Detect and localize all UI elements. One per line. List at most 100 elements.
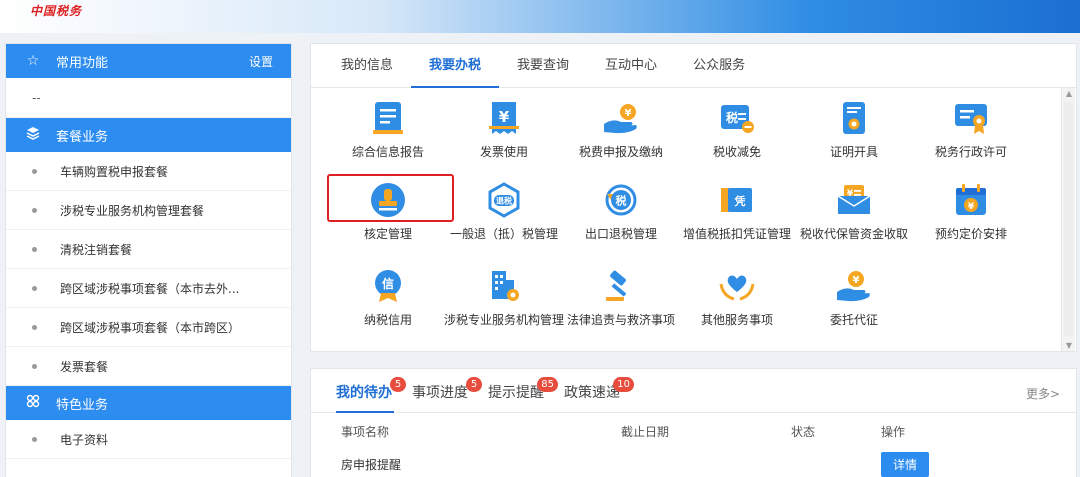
service-agency-management[interactable]: 涉税专业服务机构管理 <box>444 266 564 329</box>
tab-my-info[interactable]: 我的信息 <box>323 44 411 87</box>
todo-tab-label: 我的待办 <box>336 385 392 401</box>
star-icon: ☆ <box>26 53 40 69</box>
vertical-scrollbar[interactable]: ▲ ▼ <box>1061 88 1075 351</box>
sidebar-item-cross-region-out[interactable]: 跨区域涉税事项套餐（本市去外... <box>6 269 291 308</box>
service-tax-credit[interactable]: 信 纳税信用 <box>328 266 448 329</box>
export-refund-icon: 税 <box>601 180 641 220</box>
credit-icon: 信 <box>368 266 408 306</box>
tax-reduction-icon: 税 <box>717 98 757 138</box>
service-label: 预约定价安排 <box>934 227 1007 241</box>
layers-icon <box>24 126 42 144</box>
voucher-icon: 凭 <box>717 180 757 220</box>
tab-reminders[interactable]: 提示提醒 85 <box>478 369 558 412</box>
bullet-icon <box>32 436 37 442</box>
heart-hands-icon <box>717 266 757 306</box>
service-assessment-management[interactable]: 核定管理 <box>328 180 448 243</box>
sidebar-item-label: 跨区域涉税事项套餐（本市去外... <box>60 281 240 296</box>
sidebar-item-cross-region-local[interactable]: 跨区域涉税事项套餐（本市跨区） <box>6 308 291 347</box>
service-label: 证明开具 <box>829 145 878 159</box>
package-business-title: 套餐业务 <box>56 129 109 145</box>
more-link[interactable]: 更多> <box>1026 385 1060 402</box>
detail-button[interactable]: 详情 <box>881 451 930 477</box>
svg-text:税: 税 <box>616 194 627 208</box>
service-label: 涉税专业服务机构管理 <box>444 313 565 327</box>
service-comprehensive-report[interactable]: 综合信息报告 <box>328 98 448 161</box>
tab-interaction[interactable]: 互动中心 <box>587 44 675 87</box>
sidebar-item-label: 电子资料 <box>60 432 109 447</box>
sidebar-item-label: 跨区域涉税事项套餐（本市跨区） <box>60 320 241 335</box>
service-label: 发票使用 <box>479 145 528 159</box>
service-label: 法律追责与救济事项 <box>566 313 675 327</box>
sidebar-item-agency-management[interactable]: 涉税专业服务机构管理套餐 <box>6 191 291 230</box>
calendar-price-icon: ¥ <box>951 180 991 220</box>
todo-tab-label: 政策速递 <box>564 385 620 401</box>
scroll-down-icon[interactable]: ▼ <box>1064 341 1074 350</box>
service-custody-funds[interactable]: ¥ 税收代保管资金收取 <box>794 180 914 243</box>
sidebar-item-label: 涉税专业服务机构管理套餐 <box>60 203 205 218</box>
svg-text:凭: 凭 <box>734 194 746 208</box>
service-other-services[interactable]: 其他服务事项 <box>677 266 797 329</box>
tax-payment-icon: ¥ <box>601 98 641 138</box>
service-tax-reduction[interactable]: 税 税收减免 <box>677 98 797 161</box>
service-legal-remedy[interactable]: 法律追责与救济事项 <box>561 266 681 329</box>
tab-policy[interactable]: 政策速递 10 <box>554 369 634 412</box>
service-panel: 我的信息 我要办税 我要查询 互动中心 公众服务 综合信息报告 ¥ 发票使用 ¥… <box>310 43 1077 352</box>
scroll-thumb[interactable] <box>1064 102 1073 336</box>
service-label: 纳税信用 <box>363 313 412 327</box>
sidebar-item-invoice-package[interactable]: 发票套餐 <box>6 347 291 386</box>
service-tax-declaration-payment[interactable]: ¥ 税费申报及缴纳 <box>561 98 681 161</box>
service-label: 一般退（抵）税管理 <box>449 227 558 241</box>
settings-link[interactable]: 设置 <box>249 53 273 70</box>
sidebar-item-deregistration[interactable]: 清税注销套餐 <box>6 230 291 269</box>
sidebar-item-vehicle-tax[interactable]: 车辆购置税申报套餐 <box>6 152 291 191</box>
service-label: 委托代征 <box>829 313 878 327</box>
service-entrusted-collection[interactable]: ¥ 委托代征 <box>794 266 914 329</box>
service-general-refund[interactable]: 退税 一般退（抵）税管理 <box>444 180 564 243</box>
column-header: 事项名称 <box>341 424 390 439</box>
svg-text:¥: ¥ <box>853 275 860 286</box>
custody-icon: ¥ <box>834 180 874 220</box>
sidebar-item-e-documents[interactable]: 电子资料 <box>6 420 291 459</box>
scroll-up-icon[interactable]: ▲ <box>1064 89 1074 98</box>
bullet-icon <box>32 363 37 369</box>
table-row: 房申报提醒 详情 <box>311 449 1076 477</box>
building-gear-icon <box>484 266 524 306</box>
svg-text:信: 信 <box>382 276 394 291</box>
service-export-refund[interactable]: 税 出口退税管理 <box>561 180 681 243</box>
tab-handle-tax[interactable]: 我要办税 <box>411 44 500 88</box>
service-label: 出口退税管理 <box>584 227 657 241</box>
common-functions-header[interactable]: ☆ 常用功能 设置 <box>6 44 291 78</box>
svg-text:¥: ¥ <box>499 108 510 126</box>
coin-hand-icon: ¥ <box>834 266 874 306</box>
service-admin-license[interactable]: 税务行政许可 <box>911 98 1031 161</box>
invoice-icon: ¥ <box>484 98 524 138</box>
sidebar-item-label: 发票套餐 <box>60 359 109 374</box>
service-invoice-use[interactable]: ¥ 发票使用 <box>444 98 564 161</box>
special-business-title: 特色业务 <box>56 397 109 413</box>
left-sidebar: ☆ 常用功能 设置 -- 套餐业务 车辆购置税申报套餐 涉税专业服务机构管理套餐… <box>5 43 292 477</box>
service-pricing-arrangement[interactable]: ¥ 预约定价安排 <box>911 180 1031 243</box>
sidebar-item-label: 清税注销套餐 <box>60 242 133 257</box>
package-business-header[interactable]: 套餐业务 <box>6 118 291 152</box>
service-vat-voucher[interactable]: 凭 增值税抵扣凭证管理 <box>677 180 797 243</box>
certificate-icon <box>834 98 874 138</box>
special-business-header[interactable]: 特色业务 <box>6 386 291 420</box>
common-functions-title: 常用功能 <box>56 55 109 71</box>
svg-text:¥: ¥ <box>625 108 632 119</box>
gavel-icon <box>601 266 641 306</box>
bullet-icon <box>32 285 37 291</box>
service-certificate-issue[interactable]: 证明开具 <box>794 98 914 161</box>
bullet-icon <box>32 324 37 330</box>
tab-query[interactable]: 我要查询 <box>499 44 587 87</box>
column-header: 截止日期 <box>621 424 670 439</box>
service-label: 税费申报及缴纳 <box>578 145 663 159</box>
site-logo: 中国税务 <box>30 4 83 18</box>
todo-tab-label: 事项进度 <box>412 385 468 401</box>
bullet-icon <box>32 168 37 174</box>
tab-progress[interactable]: 事项进度 5 <box>402 369 482 412</box>
tab-my-todo[interactable]: 我的待办 5 <box>326 369 406 413</box>
clover-icon <box>24 394 42 412</box>
svg-text:¥: ¥ <box>968 202 975 212</box>
tab-public-service[interactable]: 公众服务 <box>675 44 763 87</box>
column-header: 操作 <box>881 424 906 439</box>
